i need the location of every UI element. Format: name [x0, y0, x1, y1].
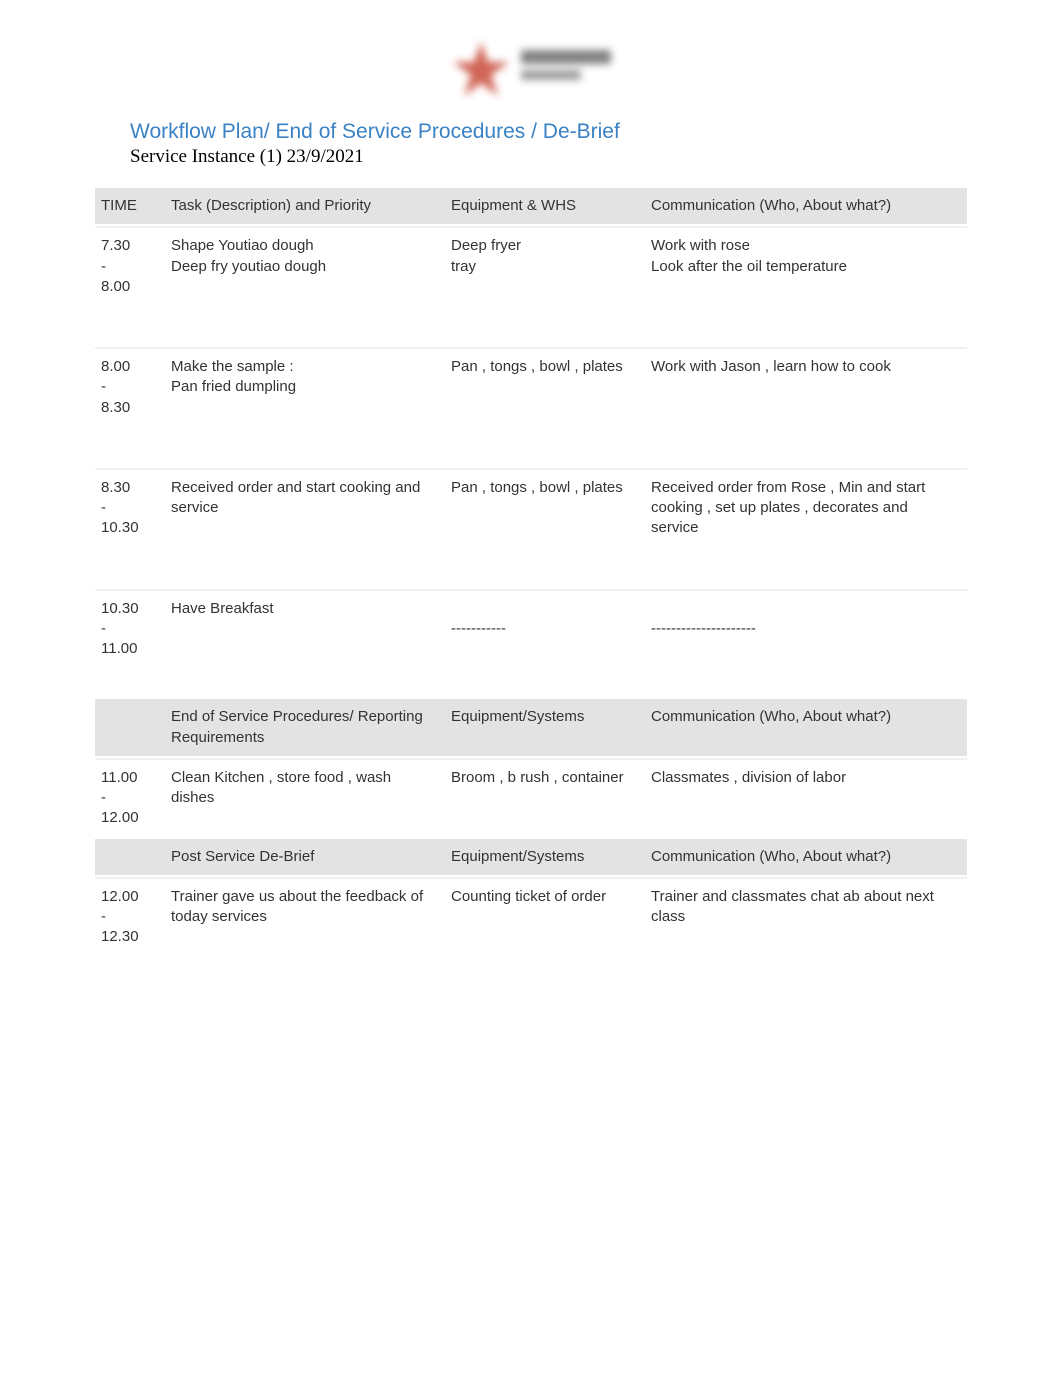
workflow-table: TIME Task (Description) and Priority Equ…	[95, 186, 967, 956]
cell-comm: Work with rose Look after the oil temper…	[645, 226, 967, 347]
table-row: 10.30 - 11.00 Have Breakfast -----------…	[95, 589, 967, 698]
cell-equip: Pan , tongs , bowl , plates	[445, 347, 645, 468]
cell-equip: -----------	[445, 589, 645, 698]
table-row: 8.30 - 10.30 Received order and start co…	[95, 468, 967, 589]
logo-image	[431, 30, 631, 110]
subheader-task: End of Service Procedures/ Reporting Req…	[165, 697, 445, 758]
subheader-blank	[95, 837, 165, 877]
headings: Workflow Plan/ End of Service Procedures…	[0, 120, 1062, 176]
table-row: 7.30 - 8.00 Shape Youtiao dough Deep fry…	[95, 226, 967, 347]
cell-comm: Work with Jason , learn how to cook	[645, 347, 967, 468]
cell-equip: Pan , tongs , bowl , plates	[445, 468, 645, 589]
logo-container	[0, 30, 1062, 110]
logo-text-bar-2	[521, 70, 581, 80]
cell-time: 12.00 - 12.30	[95, 877, 165, 956]
cell-task: Trainer gave us about the feedback of to…	[165, 877, 445, 956]
header-time: TIME	[95, 186, 165, 226]
cell-task: Received order and start cooking and ser…	[165, 468, 445, 589]
table-subheader-row: Post Service De-Brief Equipment/Systems …	[95, 837, 967, 877]
cell-equip: Broom , b rush , container	[445, 758, 645, 837]
cell-time: 8.30 - 10.30	[95, 468, 165, 589]
table-header-row: TIME Task (Description) and Priority Equ…	[95, 186, 967, 226]
cell-task: Have Breakfast	[165, 589, 445, 698]
subheader-task: Post Service De-Brief	[165, 837, 445, 877]
table-row: 12.00 - 12.30 Trainer gave us about the …	[95, 877, 967, 956]
table-container: TIME Task (Description) and Priority Equ…	[0, 176, 1062, 956]
page: Workflow Plan/ End of Service Procedures…	[0, 0, 1062, 956]
header-task: Task (Description) and Priority	[165, 186, 445, 226]
header-comm: Communication (Who, About what?)	[645, 186, 967, 226]
cell-equip: Deep fryer tray	[445, 226, 645, 347]
cell-comm: Classmates , division of labor	[645, 758, 967, 837]
table-row: 8.00 - 8.30 Make the sample : Pan fried …	[95, 347, 967, 468]
cell-comm: Received order from Rose , Min and start…	[645, 468, 967, 589]
logo-star-icon	[451, 40, 511, 100]
subheader-equip: Equipment/Systems	[445, 697, 645, 758]
header-equip: Equipment & WHS	[445, 186, 645, 226]
logo-text-bar-1	[521, 50, 611, 64]
page-subtitle: Service Instance (1) 23/9/2021	[130, 146, 1062, 168]
subheader-comm: Communication (Who, About what?)	[645, 837, 967, 877]
subheader-blank	[95, 697, 165, 758]
page-title: Workflow Plan/ End of Service Procedures…	[130, 120, 1062, 144]
subheader-equip: Equipment/Systems	[445, 837, 645, 877]
cell-time: 10.30 - 11.00	[95, 589, 165, 698]
cell-time: 11.00 - 12.00	[95, 758, 165, 837]
cell-comm: ---------------------	[645, 589, 967, 698]
cell-task: Shape Youtiao dough Deep fry youtiao dou…	[165, 226, 445, 347]
cell-task: Make the sample : Pan fried dumpling	[165, 347, 445, 468]
table-row: 11.00 - 12.00 Clean Kitchen , store food…	[95, 758, 967, 837]
subheader-comm: Communication (Who, About what?)	[645, 697, 967, 758]
table-subheader-row: End of Service Procedures/ Reporting Req…	[95, 697, 967, 758]
cell-time: 7.30 - 8.00	[95, 226, 165, 347]
cell-task: Clean Kitchen , store food , wash dishes	[165, 758, 445, 837]
cell-time: 8.00 - 8.30	[95, 347, 165, 468]
cell-comm: Trainer and classmates chat ab about nex…	[645, 877, 967, 956]
cell-equip: Counting ticket of order	[445, 877, 645, 956]
